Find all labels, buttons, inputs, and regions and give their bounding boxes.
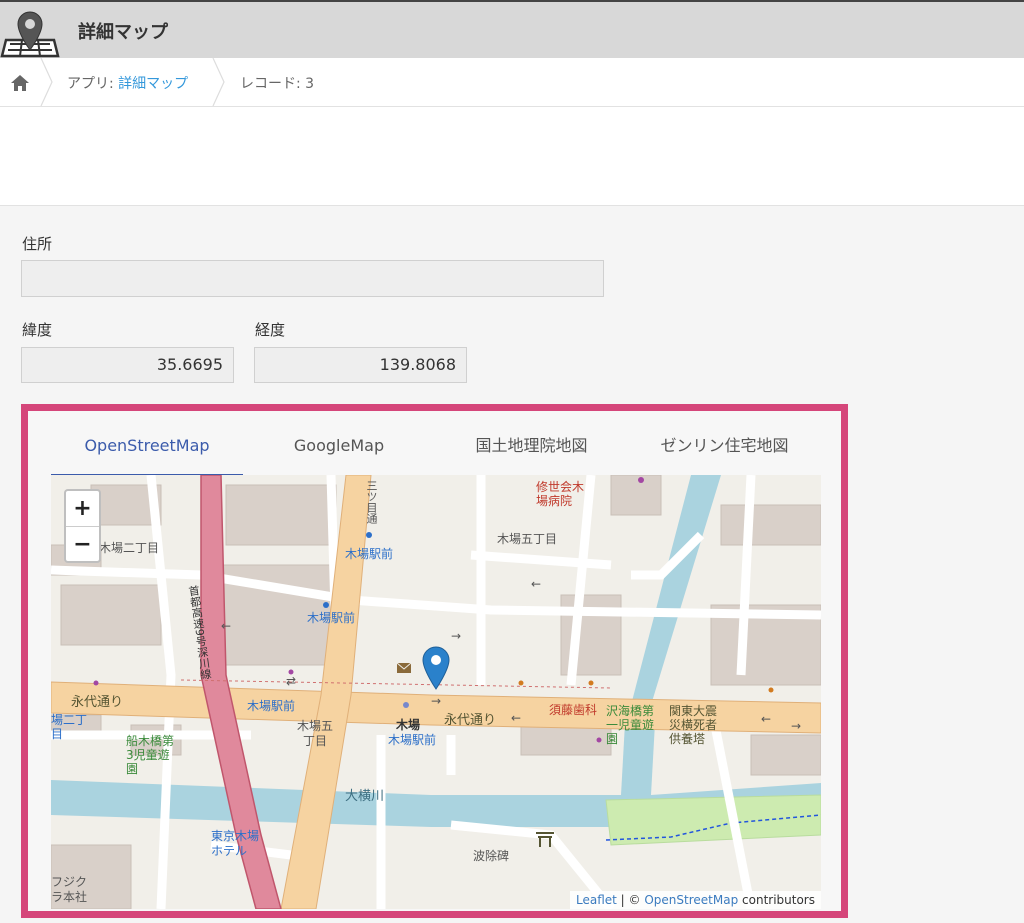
map-view[interactable]: → ← ← → ← ← → ⇄ 修世会木 場病院 木場五丁目 木場二丁目 三ツ目… [51,475,821,909]
svg-text:←: ← [531,577,541,591]
longitude-field: 139.8068 [254,347,467,383]
osm-link[interactable]: OpenStreetMap [644,893,738,907]
longitude-label: 経度 [255,321,286,339]
attribution-separator: | © [616,893,645,907]
map-tiles: → ← ← → ← ← → ⇄ [51,475,821,909]
tab-googlemap[interactable]: GoogleMap [243,434,435,474]
svg-text:→: → [431,694,441,708]
zoom-in-button[interactable]: + [66,491,99,527]
map-label-eitai-1: 永代通り [71,695,124,710]
map-label-kiba5-chome: 木場五 丁目 [297,719,334,748]
breadcrumb-record: レコード: 3 [240,76,315,92]
tab-gsi-map[interactable]: 国土地理院地図 [435,434,628,474]
latitude-label: 緯度 [22,321,53,339]
breadcrumb-app-link[interactable]: 詳細マップ [118,76,188,92]
map-label-kiba2: 木場二丁目 [99,541,160,555]
svg-text:←: ← [761,712,771,726]
map-label-dental: 須藤歯科 [549,703,598,717]
svg-text:→: → [791,719,801,733]
map-label-kiba5: 木場五丁目 [497,532,558,546]
zoom-out-button[interactable]: − [66,527,99,562]
map-label-kiba2b: 場二丁 目 [51,713,88,741]
map-pin-icon [0,11,60,58]
map-label-kiba: 木場 [396,718,421,732]
breadcrumb-app[interactable]: アプリ: 詳細マップ [67,73,188,93]
svg-text:←: ← [221,619,231,633]
app-header: 詳細マップ [0,0,1024,58]
map-label-kiba-station-4: 木場駅前 [388,733,437,747]
tab-openstreetmap[interactable]: OpenStreetMap [51,434,243,476]
map-label-funaki: 船木橋第 3児童遊 園 [126,734,175,776]
breadcrumb-separator-icon [212,58,225,106]
map-attribution: Leaflet | © OpenStreetMap contributors [570,891,821,909]
map-label-hotel: 東京木場 ホテル [211,829,260,858]
address-field [21,260,604,297]
app-title: 詳細マップ [78,22,168,43]
latitude-field: 35.6695 [21,347,234,383]
map-label-okokogawa: 大横川 [345,789,385,804]
map-label-fujiku: フジク ラ本社 [51,875,88,904]
leaflet-link[interactable]: Leaflet [576,893,617,907]
map-label-kanto: 関東大震 災横死者 供養塔 [669,704,718,746]
map-label-kiba-station-3: 木場駅前 [247,699,296,713]
map-marker-icon[interactable] [421,645,451,691]
svg-text:←: ← [511,711,521,725]
map-label-hospital: 修世会木 場病院 [536,480,585,508]
breadcrumb-separator-icon [40,58,53,106]
breadcrumb-app-prefix: アプリ: [67,76,119,92]
toolbar-area [0,107,1024,206]
home-icon[interactable] [8,72,32,94]
map-label-mitsume: 三ツ目通 [365,480,378,524]
map-label-eitai-2: 永代通り [444,713,497,728]
map-label-kiba-station-1: 木場駅前 [345,547,394,561]
attribution-suffix: contributors [738,893,815,907]
map-label-sawakai: 沢海橋第 一児童遊 園 [606,704,655,746]
zoom-control: + − [64,489,101,563]
map-label-kiba-station-2: 木場駅前 [307,611,356,625]
address-label: 住所 [22,235,53,253]
svg-text:→: → [451,629,461,643]
svg-text:⇄: ⇄ [286,674,296,688]
map-label-hajohi: 波除碑 [473,849,510,863]
tab-zenrin-map[interactable]: ゼンリン住宅地図 [628,434,821,474]
breadcrumb: アプリ: 詳細マップ レコード: 3 [0,58,1024,107]
